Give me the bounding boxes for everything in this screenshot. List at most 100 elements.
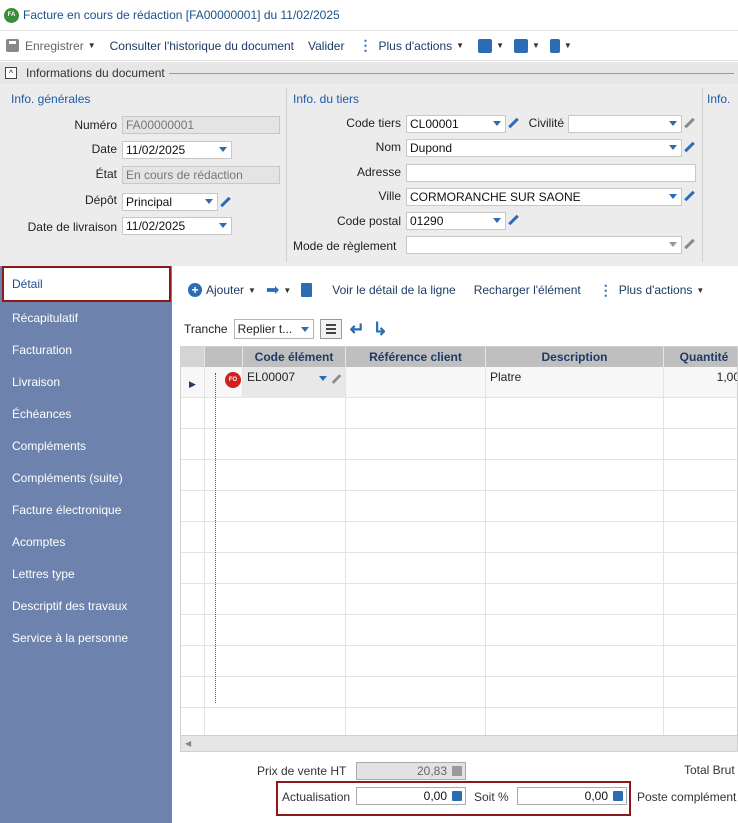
table-row[interactable] [181,615,737,646]
column-quantite[interactable]: Quantité [664,347,737,367]
table-row[interactable] [181,677,737,708]
edit-depot-icon[interactable] [220,197,231,208]
delete-button[interactable] [301,283,313,297]
window-title: Facture en cours de rédaction [FA0000000… [23,8,340,22]
view-line-detail-button[interactable]: Voir le détail de la ligne [332,283,455,297]
edit-ville-icon[interactable] [684,191,695,202]
kebab-icon: ⋮ [358,37,373,53]
add-button[interactable]: + Ajouter ▼ [188,283,256,297]
sidebar-item-complements-suite[interactable]: Compléments (suite) [0,462,172,494]
window-title-bar: FA Facture en cours de rédaction [FA0000… [0,0,738,31]
document-info-panel: Info. générales Numéro FA00000001 Date 1… [0,84,738,266]
nom-select[interactable]: Dupond [406,139,682,157]
ville-select[interactable]: CORMORANCHE SUR SAONE [406,188,682,206]
collapse-toggle[interactable]: ^ [5,67,17,79]
validate-button[interactable]: Valider [308,39,344,53]
document-info-header: ^ Informations du document [0,62,738,84]
undo-icon[interactable]: ↵ [350,319,365,340]
column-code-element[interactable]: Code élément [243,347,346,367]
code-tiers-select[interactable]: CL00001 [406,115,506,133]
edit-nom-icon[interactable] [684,142,695,153]
reference-client-cell[interactable] [346,367,486,398]
list-view-icon[interactable] [319,319,342,339]
more-actions-button[interactable]: ⋮ Plus d'actions ▼ [358,37,464,54]
detail-more-actions-button[interactable]: ⋮ Plus d'actions ▼ [599,282,705,299]
edit-civilite-icon[interactable] [684,118,695,129]
map-button[interactable]: ▼ [478,38,504,53]
table-row[interactable] [181,429,737,460]
sidebar-item-descriptif-travaux[interactable]: Descriptif des travaux [0,590,172,622]
chevron-down-icon[interactable] [219,223,227,228]
mobile-button[interactable]: ▼ [549,38,572,53]
sidebar-item-recapitulatif[interactable]: Récapitulatif [0,302,172,334]
sidebar-item-livraison[interactable]: Livraison [0,366,172,398]
chevron-down-icon[interactable] [205,199,213,204]
civilite-select[interactable] [568,115,682,133]
trash-icon [301,283,313,297]
edit-code-tiers-icon[interactable] [508,118,519,129]
chevron-down-icon [300,327,309,332]
chevron-down-icon[interactable] [669,145,677,150]
table-row[interactable] [181,398,737,429]
calculator-icon[interactable] [613,791,623,801]
code-element-cell[interactable]: EL00007 [243,367,346,398]
table-row[interactable] [181,553,737,584]
chevron-down-icon: ▼ [283,285,292,295]
redo-icon[interactable]: ↳ [373,319,388,340]
edit-code-postal-icon[interactable] [508,215,519,226]
move-button[interactable]: ➡ ▼ [266,280,291,300]
chevron-down-icon[interactable] [669,194,677,199]
sidebar-item-facturation[interactable]: Facturation [0,334,172,366]
table-row[interactable] [181,646,737,677]
tranche-select[interactable]: Replier t... [233,319,314,339]
chevron-down-icon[interactable] [319,376,327,381]
main-toolbar: Enregistrer ▼ Consulter l'historique du … [0,31,738,61]
date-field[interactable]: 11/02/2025 [122,141,232,159]
horizontal-scrollbar[interactable]: ◀ [181,735,737,751]
column-reference-client[interactable]: Référence client [346,347,486,367]
table-row[interactable] [181,522,737,553]
sidebar-item-echeances[interactable]: Échéances [0,398,172,430]
sidebar-item-facture-electronique[interactable]: Facture électronique [0,494,172,526]
sidebar-item-lettres-type[interactable]: Lettres type [0,558,172,590]
edit-code-icon[interactable] [332,375,342,385]
chevron-down-icon[interactable] [669,121,677,126]
map-icon [478,38,493,53]
chevron-down-icon[interactable] [493,218,501,223]
route-button[interactable]: ▼ [514,38,540,53]
detail-pane: + Ajouter ▼ ➡ ▼ Voir le détail de la lig… [172,266,738,823]
calculator-icon[interactable] [452,791,462,801]
chevron-down-icon[interactable] [669,242,677,247]
delivery-date-field[interactable]: 11/02/2025 [122,217,232,235]
save-button[interactable]: Enregistrer ▼ [6,39,96,53]
sidebar-nav: Détail Récapitulatif Facturation Livrais… [0,266,172,823]
table-row[interactable]: ▶ FO EL00007 Platre 1,00 [181,367,737,398]
sidebar-item-service-personne[interactable]: Service à la personne [0,622,172,654]
table-row[interactable] [181,584,737,615]
soit-percent-field[interactable]: 0,00 [517,787,627,805]
reglement-select[interactable] [406,236,682,254]
chevron-down-icon[interactable] [219,147,227,152]
history-button[interactable]: Consulter l'historique du document [110,39,294,53]
reload-element-button[interactable]: Recharger l'élément [474,283,581,297]
actualisation-field[interactable]: 0,00 [356,787,466,805]
chevron-down-icon[interactable] [493,121,501,126]
sidebar-item-acomptes[interactable]: Acomptes [0,526,172,558]
chevron-down-icon: ▼ [87,41,96,50]
scroll-left-icon[interactable]: ◀ [185,739,191,748]
quantite-cell[interactable]: 1,00 [664,367,737,398]
edit-reglement-icon[interactable] [684,239,695,250]
adresse-field[interactable] [406,164,696,182]
description-cell[interactable]: Platre [486,367,664,398]
column-description[interactable]: Description [486,347,664,367]
grid-header: Code élément Référence client Descriptio… [181,347,737,367]
detail-grid: Code élément Référence client Descriptio… [180,346,738,752]
other-info-title: Info. [707,92,731,106]
depot-select[interactable]: Principal [122,193,218,211]
tree-guide [215,373,216,703]
code-postal-select[interactable]: 01290 [406,212,506,230]
table-row[interactable] [181,460,737,491]
sidebar-item-detail[interactable]: Détail [2,266,171,302]
table-row[interactable] [181,491,737,522]
sidebar-item-complements[interactable]: Compléments [0,430,172,462]
